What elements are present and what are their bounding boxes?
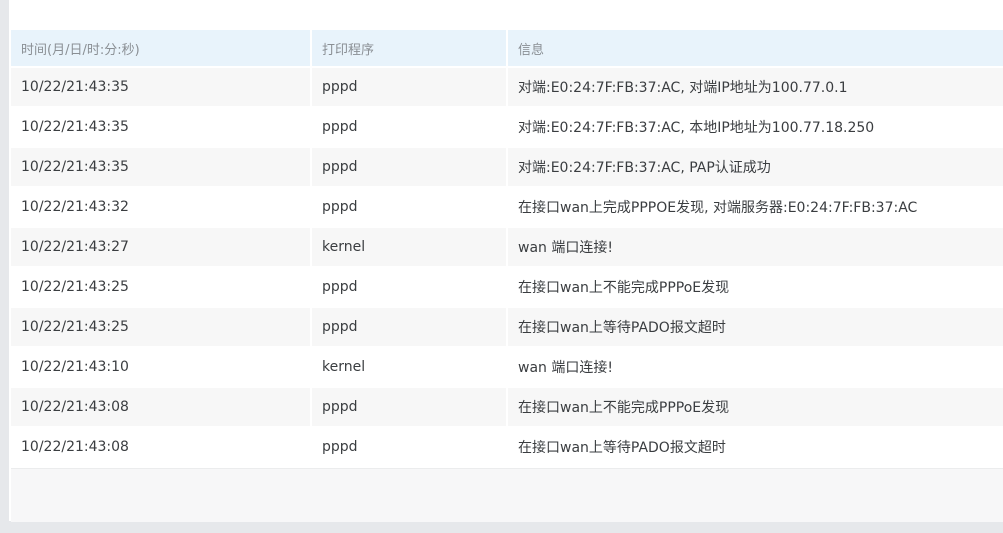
table-row: 10/22/21:43:25 pppd 在接口wan上等待PADO报文超时 [11, 306, 1003, 347]
cell-time: 10/22/21:43:08 [11, 426, 312, 466]
system-log-table: 时间(月/日/时:分:秒) 打印程序 信息 10/22/21:43:35 ppp… [11, 30, 1003, 466]
cell-time: 10/22/21:43:25 [11, 266, 312, 307]
cell-time: 10/22/21:43:32 [11, 186, 312, 227]
cell-time: 10/22/21:43:27 [11, 226, 312, 267]
cell-time: 10/22/21:43:10 [11, 346, 312, 387]
cell-time: 10/22/21:43:35 [11, 146, 312, 187]
cell-time: 10/22/21:43:25 [11, 306, 312, 347]
column-header-time: 时间(月/日/时:分:秒) [11, 30, 312, 67]
table-row: 10/22/21:43:10 kernel wan 端口连接! [11, 346, 1003, 387]
cell-program: pppd [311, 186, 508, 227]
cell-message: 对端:E0:24:7F:FB:37:AC, 对端IP地址为100.77.0.1 [507, 66, 1003, 107]
cell-program: pppd [311, 306, 508, 347]
table-row: 10/22/21:43:35 pppd 对端:E0:24:7F:FB:37:AC… [11, 66, 1003, 107]
table-row: 10/22/21:43:25 pppd 在接口wan上不能完成PPPoE发现 [11, 266, 1003, 307]
cell-message: wan 端口连接! [507, 226, 1003, 267]
cell-program: kernel [311, 226, 508, 267]
table-row: 10/22/21:43:32 pppd 在接口wan上完成PPPOE发现, 对端… [11, 186, 1003, 227]
column-header-program: 打印程序 [311, 30, 508, 67]
cell-message: 对端:E0:24:7F:FB:37:AC, 本地IP地址为100.77.18.2… [507, 106, 1003, 147]
cell-program: pppd [311, 426, 508, 466]
table-row: 10/22/21:43:27 kernel wan 端口连接! [11, 226, 1003, 267]
table-header-row: 时间(月/日/时:分:秒) 打印程序 信息 [11, 30, 1003, 67]
cell-message: 在接口wan上完成PPPOE发现, 对端服务器:E0:24:7F:FB:37:A… [507, 186, 1003, 227]
cell-message: 在接口wan上等待PADO报文超时 [507, 306, 1003, 347]
table-row: 10/22/21:43:35 pppd 对端:E0:24:7F:FB:37:AC… [11, 106, 1003, 147]
column-header-message: 信息 [507, 30, 1003, 67]
table-row: 10/22/21:43:08 pppd 在接口wan上不能完成PPPoE发现 [11, 386, 1003, 427]
cell-message: 在接口wan上等待PADO报文超时 [507, 426, 1003, 466]
cell-message: 在接口wan上不能完成PPPoE发现 [507, 386, 1003, 427]
cell-program: pppd [311, 386, 508, 427]
cell-program: pppd [311, 146, 508, 187]
system-log-panel: 时间(月/日/时:分:秒) 打印程序 信息 10/22/21:43:35 ppp… [9, 0, 1003, 522]
cell-program: kernel [311, 346, 508, 387]
cell-time: 10/22/21:43:35 [11, 66, 312, 107]
cell-program: pppd [311, 66, 508, 107]
cell-program: pppd [311, 266, 508, 307]
cell-message: wan 端口连接! [507, 346, 1003, 387]
table-row: 10/22/21:43:35 pppd 对端:E0:24:7F:FB:37:AC… [11, 146, 1003, 187]
cell-message: 对端:E0:24:7F:FB:37:AC, PAP认证成功 [507, 146, 1003, 187]
cell-program: pppd [311, 106, 508, 147]
table-row: 10/22/21:43:08 pppd 在接口wan上等待PADO报文超时 [11, 426, 1003, 466]
cell-message: 在接口wan上不能完成PPPoE发现 [507, 266, 1003, 307]
cell-time: 10/22/21:43:35 [11, 106, 312, 147]
cell-time: 10/22/21:43:08 [11, 386, 312, 427]
table-footer-area [11, 468, 1003, 522]
